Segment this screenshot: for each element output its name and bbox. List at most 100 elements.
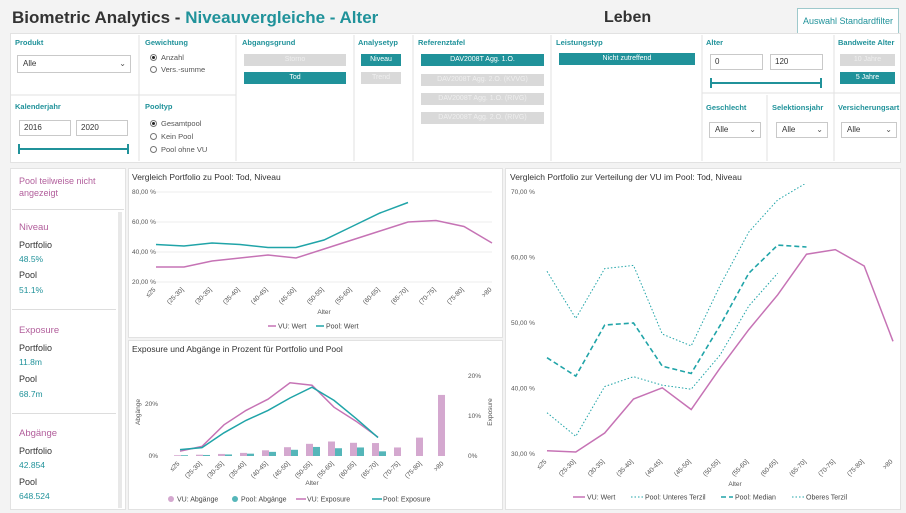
- chart2-tick-label: (30-35]: [206, 460, 226, 480]
- chart3-legend-label: Pool: Median: [735, 495, 776, 502]
- kpi-divider: [12, 413, 116, 414]
- kpi-niveau-pool-value: 51.1%: [19, 285, 44, 295]
- chart2-tick-label: (35-40]: [228, 460, 248, 480]
- chart2-bar-pool: [181, 455, 188, 456]
- chart2-tick-label: (65-70]: [360, 460, 380, 480]
- chart1-tick-label: (40-45]: [250, 286, 270, 306]
- chart3-series-line: [546, 248, 894, 453]
- chart3-legend-label: Oberes Terzil: [806, 495, 848, 502]
- chart3-tick-label: (45-50]: [673, 458, 693, 478]
- chart2-ytick-right: 0%: [468, 453, 478, 460]
- chart2-tick-label: (50-55]: [294, 460, 314, 480]
- chart2-title: Exposure und Abgänge in Prozent für Port…: [132, 344, 343, 354]
- chart2-exposure-line: [179, 386, 379, 451]
- kpi-abgaenge-pool-label: Pool: [19, 477, 38, 487]
- chart2-bar-vu: [438, 394, 445, 456]
- chart2-bar-vu: [284, 447, 291, 456]
- chart2-bar-vu: [240, 452, 247, 456]
- chart1-tick-label: (55-60]: [334, 286, 354, 306]
- chart3-ytick-label: 70,00 %: [511, 189, 535, 196]
- chart2-bar-pool: [225, 454, 232, 456]
- section-title: Leben: [604, 9, 652, 26]
- kpi-abgaenge-pool-value: 648.524: [19, 491, 50, 501]
- chart2-bar-vu: [218, 453, 225, 456]
- chart1-tick-label: (35-40]: [222, 286, 242, 306]
- chart1-tick-label: (60-65]: [362, 286, 382, 306]
- chart3-ytick-label: 40,00 %: [511, 386, 535, 393]
- chart1-ytick-label: 60,00 %: [132, 219, 156, 226]
- chart1-ytick-label: 40,00 %: [132, 249, 156, 256]
- kpi-scrollbar[interactable]: [118, 212, 122, 508]
- chart1-legend-label: VU: Wert: [278, 324, 306, 331]
- kpi-panel: [10, 168, 126, 510]
- chart1-legend-label: Pool: Wert: [326, 324, 359, 331]
- chart2-legend-label: Pool: Exposure: [383, 497, 431, 504]
- chart3-ytick-label: 50,00 %: [511, 320, 535, 327]
- chart1-tick-label: (65-70]: [390, 286, 410, 306]
- kpi-exposure-pool-label: Pool: [19, 374, 38, 384]
- chart2-exposure-line: [179, 382, 379, 452]
- chart2-tick-label: (75-80]: [404, 460, 424, 480]
- chart3-tick-label: (50-55]: [702, 458, 722, 478]
- chart2-xlabel: Alter: [305, 480, 319, 487]
- chart3-tick-label: (65-70]: [788, 458, 808, 478]
- chart2-bar-vu: [196, 454, 203, 456]
- chart1-svg: 20,00 % 40,00 % 60,00 % 80,00 % ≤25 (25-30] (3…: [132, 189, 494, 331]
- chart2-bar-vu: [262, 450, 269, 456]
- default-filter-button[interactable]: Auswahl Standardfilter: [797, 8, 899, 34]
- chart3-svg: 30,00 % 40,00 % 50,00 % 60,00 % 70,00 % ≤25 (2…: [511, 184, 895, 502]
- chart2-bar-pool: [357, 447, 364, 456]
- chart1-tick-label: (30-35]: [194, 286, 214, 306]
- chart1-tick-label: (45-50]: [278, 286, 298, 306]
- page-title: Biometric Analytics - Niveauvergleiche -…: [12, 8, 378, 28]
- chart3-ytick-label: 30,00 %: [511, 451, 535, 458]
- filter-dividers: [10, 35, 901, 161]
- chart2-tick-label: (45-50]: [272, 460, 292, 480]
- chart3-tick-label: ≤25: [536, 458, 549, 471]
- chart3-tick-label: (30-35]: [587, 458, 607, 478]
- kpi-exposure-title: Exposure: [19, 325, 60, 336]
- chart2-tick-label: (70-75]: [382, 460, 402, 480]
- chart3-tick-label: (60-65]: [760, 458, 780, 478]
- chart2-bar-vu: [416, 437, 423, 456]
- chart1-tick-label: (75-80]: [446, 286, 466, 306]
- chart1-ytick-label: 20,00 %: [132, 279, 156, 286]
- chart1-tick-label: ≤25: [145, 286, 158, 299]
- chart2-tick-label: (55-60]: [316, 460, 336, 480]
- chart2-legend-swatch: [232, 496, 238, 502]
- chart3-series-line: [546, 244, 807, 378]
- chart3-ytick-label: 60,00 %: [511, 255, 535, 262]
- chart2-bar-pool: [291, 449, 298, 456]
- chart1-tick-label: (50-55]: [306, 286, 326, 306]
- chart2-legend-label: VU: Abgänge: [177, 497, 218, 504]
- chart2-tick-label: (40-45]: [250, 460, 270, 480]
- chart1-title: Vergleich Portfolio zu Pool: Tod, Niveau: [132, 172, 281, 182]
- kpi-niveau-title: Niveau: [19, 222, 49, 233]
- chart1-tick-label: >80: [481, 286, 494, 299]
- chart2-svg: Abgänge Exposure0%20%0%10%20%≤25 (25-30] (3…: [135, 373, 494, 504]
- chart3-series-line: [546, 272, 779, 438]
- chart2-legend-label: Pool: Abgänge: [241, 497, 287, 504]
- chart2-ylabel-left: Abgänge: [135, 399, 142, 425]
- chart3-tick-label: (40-45]: [644, 458, 664, 478]
- title-main: Biometric Analytics -: [12, 8, 186, 27]
- chart1-series-line: [155, 201, 409, 249]
- kpi-niveau-portfolio-label: Portfolio: [19, 240, 53, 250]
- chart2-bar-pool: [379, 451, 386, 456]
- chart3-legend-label: Pool: Unteres Terzil: [645, 495, 706, 502]
- chart2-ytick-left: 20%: [145, 401, 158, 408]
- chart3-xlabel: Alter: [728, 481, 742, 488]
- kpi-abgaenge-title: Abgänge: [19, 428, 58, 439]
- kpi-exposure-portfolio-value: 11.8m: [19, 357, 42, 367]
- chart3-title: Vergleich Portfolio zur Verteilung der V…: [510, 172, 742, 182]
- kpi-abgaenge-portfolio-value: 42.854: [19, 460, 45, 470]
- chart3-tick-label: >80: [882, 458, 895, 471]
- chart1-tick-label: (70-75]: [418, 286, 438, 306]
- chart3-tick-label: (25-30]: [558, 458, 578, 478]
- chart2-bar-vu: [394, 447, 401, 456]
- chart2-bar-pool: [335, 448, 342, 456]
- title-accent: Niveauvergleiche - Alter: [185, 8, 379, 27]
- kpi-niveau-portfolio-value: 48.5%: [19, 254, 44, 264]
- chart2-bar-vu: [174, 455, 181, 456]
- kpi-divider: [12, 209, 124, 210]
